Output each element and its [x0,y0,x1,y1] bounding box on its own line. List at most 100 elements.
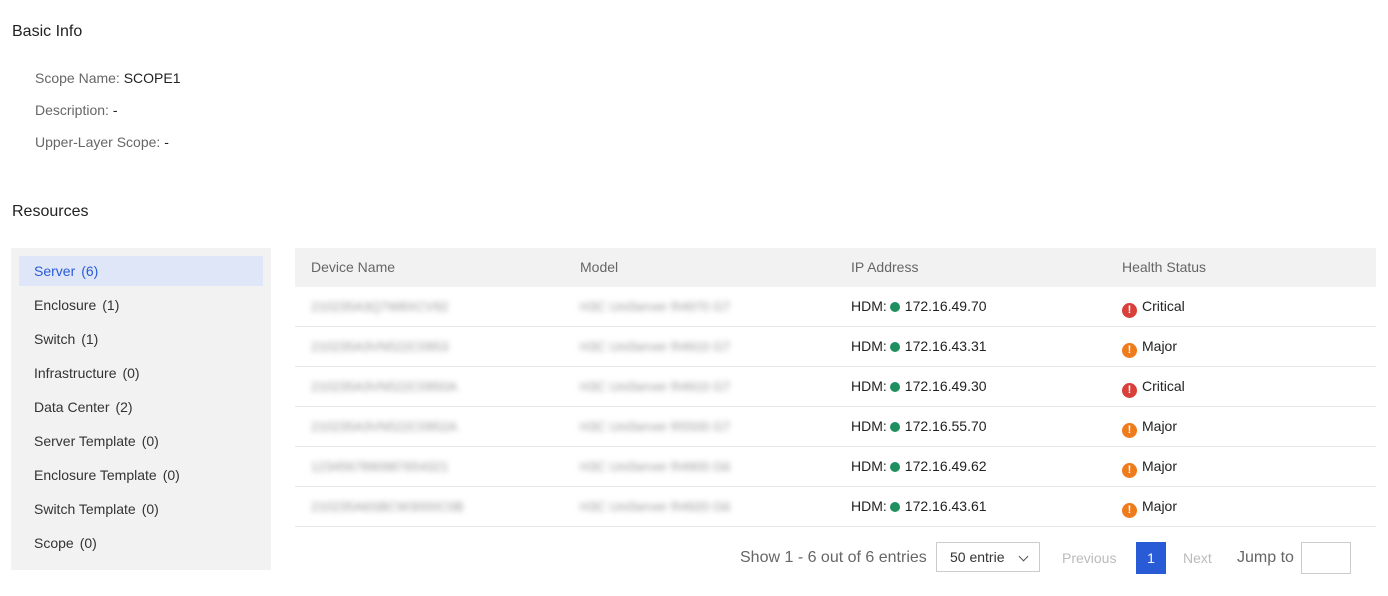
resources-title: Resources [12,203,89,220]
category-count: (0) [162,467,180,483]
category-label: Server [34,263,76,279]
device-name-cell[interactable]: 210235A6SBCW3000C0B [311,487,464,526]
jump-to-label: Jump to [1237,549,1294,566]
header-health-status[interactable]: Health Status [1122,248,1206,287]
health-status-cell: ! Major [1122,327,1177,366]
health-status-cell: ! Critical [1122,287,1185,326]
category-label: Data Center [34,399,110,415]
description-row: Description: - [35,102,117,118]
online-status-icon [889,422,900,432]
next-page-button[interactable]: Next [1183,542,1212,574]
category-label: Scope [34,535,74,551]
header-device-name[interactable]: Device Name [311,248,395,287]
scope-name-label: Scope Name: [35,70,120,86]
table-header: Device Name Model IP Address Health Stat… [295,248,1376,287]
table-row[interactable]: 210235A6SBCW3000C0B H3C UniServer R4920 … [295,487,1376,527]
category-count: (2) [115,399,133,415]
ip-address-cell: HDM: 172.16.49.62 [851,447,987,486]
header-ip-address[interactable]: IP Address [851,248,918,287]
health-status-cell: ! Critical [1122,367,1185,406]
ip-address-cell: HDM: 172.16.49.30 [851,367,987,406]
scope-name-row: Scope Name: SCOPE1 [35,70,181,86]
category-switch-template[interactable]: Switch Template (0) [19,494,263,524]
health-status-text: Critical [1142,298,1185,314]
previous-page-button[interactable]: Previous [1062,542,1116,574]
category-count: (1) [102,297,120,313]
current-page-button[interactable]: 1 [1136,542,1166,574]
table-row[interactable]: 210235A3VN522C0950A H3C UniServer R4910 … [295,367,1376,407]
table-row[interactable]: 210235A3VN522C0952A H3C UniServer R5500 … [295,407,1376,447]
health-alert-icon: ! [1122,303,1137,318]
upper-layer-scope-label: Upper-Layer Scope: [35,134,161,150]
online-status-icon [889,502,900,512]
category-server[interactable]: Server (6) [19,256,263,286]
category-infrastructure[interactable]: Infrastructure (0) [19,358,263,388]
category-count: (6) [81,263,99,279]
ip-address-cell: HDM: 172.16.49.70 [851,287,987,326]
table-row[interactable]: 210235A3Q7W8XCV92 H3C UniServer R4970 G7… [295,287,1376,327]
description-label: Description: [35,102,109,118]
category-label: Enclosure [34,297,97,313]
model-cell: H3C UniServer R4970 G7 [580,299,731,314]
health-status-text: Major [1142,338,1178,354]
ip-link[interactable]: 172.16.43.61 [905,498,987,514]
basic-info-title: Basic Info [12,23,83,40]
ip-prefix: HDM: [851,458,887,474]
category-count: (0) [79,535,97,551]
header-model[interactable]: Model [580,248,618,287]
page-size-select[interactable]: 50 entrie [936,542,1040,572]
resource-category-panel: Server (6) Enclosure (1) Switch (1) Infrast… [11,248,271,570]
ip-address-cell: HDM: 172.16.43.61 [851,487,987,526]
category-switch[interactable]: Switch (1) [19,324,263,354]
health-alert-icon: ! [1122,463,1137,478]
category-data-center[interactable]: Data Center (2) [19,392,263,422]
model-cell: H3C UniServer R4920 G6 [580,499,731,514]
scope-name-value: SCOPE1 [123,70,181,86]
resource-table: Device Name Model IP Address Health Stat… [295,248,1376,527]
ip-prefix: HDM: [851,498,887,514]
category-label: Infrastructure [34,365,117,381]
ip-prefix: HDM: [851,378,887,394]
ip-link[interactable]: 172.16.49.30 [905,378,987,394]
ip-link[interactable]: 172.16.49.62 [905,458,987,474]
category-server-template[interactable]: Server Template (0) [19,426,263,456]
category-label: Enclosure Template [34,467,157,483]
ip-link[interactable]: 172.16.43.31 [905,338,987,354]
health-status-text: Major [1142,458,1178,474]
upper-layer-scope-value: - [164,134,169,150]
health-status-cell: ! Major [1122,487,1177,526]
device-name-cell[interactable]: 1234567890987654321 [311,447,448,486]
online-status-icon [889,382,900,392]
ip-prefix: HDM: [851,298,887,314]
device-name-cell[interactable]: 210235A3VN522C0953 [311,327,448,366]
health-status-text: Major [1142,418,1178,434]
category-enclosure-template[interactable]: Enclosure Template (0) [19,460,263,490]
jump-to-input[interactable] [1301,542,1351,574]
category-count: (0) [122,365,140,381]
pagination-summary: Show 1 - 6 out of 6 entries [740,549,927,566]
model-cell: H3C UniServer R4910 G7 [580,379,731,394]
health-status-cell: ! Major [1122,407,1177,446]
category-scope[interactable]: Scope (0) [19,528,263,558]
table-row[interactable]: 210235A3VN522C0953 H3C UniServer R4910 G… [295,327,1376,367]
online-status-icon [889,342,900,352]
health-alert-icon: ! [1122,503,1137,518]
health-alert-icon: ! [1122,383,1137,398]
device-name-cell[interactable]: 210235A3VN522C0950A [311,367,457,406]
health-alert-icon: ! [1122,423,1137,438]
ip-address-cell: HDM: 172.16.55.70 [851,407,987,446]
device-name-cell[interactable]: 210235A3VN522C0952A [311,407,457,446]
device-name-cell[interactable]: 210235A3Q7W8XCV92 [311,287,448,326]
health-status-cell: ! Major [1122,447,1177,486]
category-count: (0) [141,501,159,517]
category-count: (0) [141,433,159,449]
category-label: Switch [34,331,76,347]
table-row[interactable]: 1234567890987654321 H3C UniServer R4900 … [295,447,1376,487]
online-status-icon [889,462,900,472]
ip-link[interactable]: 172.16.55.70 [905,418,987,434]
health-status-text: Critical [1142,378,1185,394]
category-label: Switch Template [34,501,136,517]
category-enclosure[interactable]: Enclosure (1) [19,290,263,320]
online-status-icon [889,302,900,312]
ip-link[interactable]: 172.16.49.70 [905,298,987,314]
